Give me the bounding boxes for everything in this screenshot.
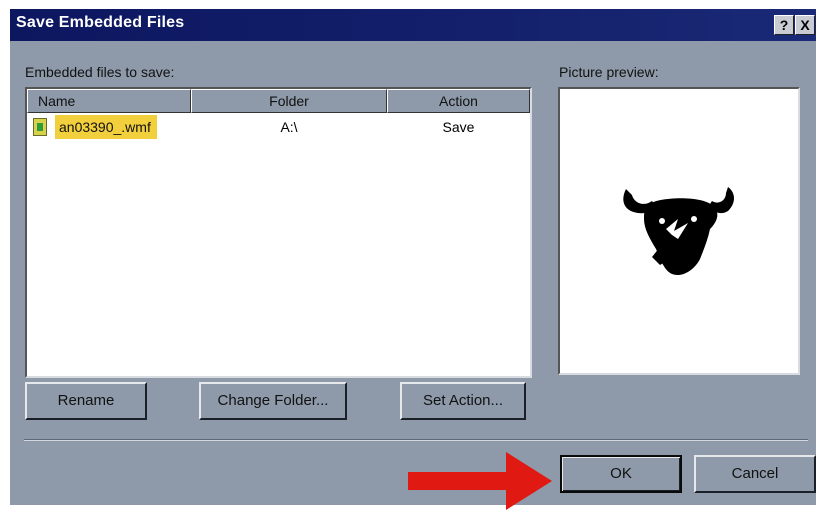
rename-button[interactable]: Rename bbox=[25, 382, 147, 420]
dialog-title: Save Embedded Files bbox=[16, 14, 185, 31]
picture-preview-label: Picture preview: bbox=[559, 64, 659, 80]
picture-preview-pane bbox=[558, 87, 800, 375]
column-header-name[interactable]: Name bbox=[27, 89, 191, 113]
bull-head-clipart-image bbox=[623, 187, 734, 276]
save-embedded-files-dialog: Save Embedded Files ? X Embedded files t… bbox=[10, 9, 816, 505]
column-header-folder[interactable]: Folder bbox=[191, 89, 387, 113]
column-header-action[interactable]: Action bbox=[387, 89, 530, 113]
table-row[interactable]: an03390_.wmf A:\ Save bbox=[27, 115, 530, 139]
ok-button[interactable]: OK bbox=[560, 455, 682, 493]
embedded-files-list[interactable]: Name Folder Action an03390_.wmf A:\ Save bbox=[25, 87, 532, 378]
title-bar: Save Embedded Files ? X bbox=[10, 9, 816, 41]
cancel-button[interactable]: Cancel bbox=[694, 455, 816, 493]
help-button[interactable]: ? bbox=[774, 15, 794, 35]
arrow-shaft bbox=[408, 472, 508, 490]
arrow-head-icon bbox=[506, 452, 552, 510]
separator bbox=[24, 439, 808, 441]
set-action-button[interactable]: Set Action... bbox=[400, 382, 526, 420]
file-folder-cell: A:\ bbox=[280, 119, 298, 135]
close-button[interactable]: X bbox=[795, 15, 815, 35]
file-action-cell: Save bbox=[442, 119, 475, 135]
file-name-cell[interactable]: an03390_.wmf bbox=[55, 115, 157, 139]
change-folder-button[interactable]: Change Folder... bbox=[199, 382, 347, 420]
embedded-files-label: Embedded files to save: bbox=[25, 64, 175, 80]
file-icon bbox=[33, 118, 47, 136]
